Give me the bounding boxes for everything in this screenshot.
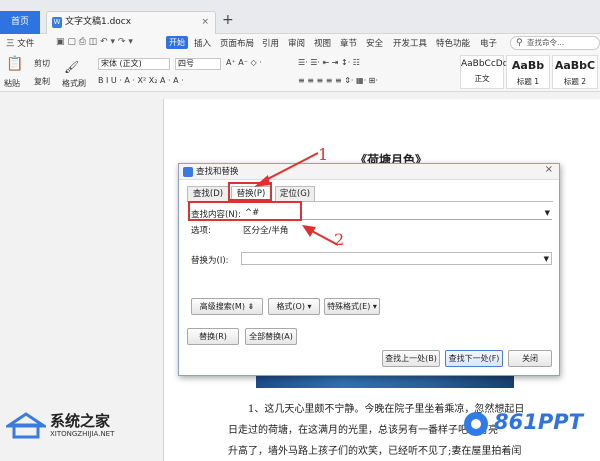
arrow-2-head xyxy=(302,225,316,237)
close-button[interactable]: 关闭 xyxy=(508,350,552,367)
dialog-close-icon[interactable]: × xyxy=(545,164,553,175)
menu-page-layout[interactable]: 页面布局 xyxy=(220,37,254,49)
menu-section[interactable]: 章节 xyxy=(340,37,357,49)
find-next-button[interactable]: 查找下一处(F) xyxy=(445,350,503,367)
replace-all-button[interactable]: 全部替换(A) xyxy=(245,328,297,345)
menu-file[interactable]: 三 文件 xyxy=(6,37,34,49)
style-normal-label: 正文 xyxy=(474,74,490,83)
menu-special-features[interactable]: 特色功能 xyxy=(436,37,470,49)
style-heading-2-label: 标题 2 xyxy=(563,77,587,86)
dialog-title-bar: 查找和替换 xyxy=(179,164,559,180)
align-buttons[interactable]: ≡ ≡ ≡ ≡ ≡ ⇕· ▦· ⊞· xyxy=(298,76,378,85)
copy-button[interactable]: 复制 xyxy=(34,76,50,87)
dialog-title: 查找和替换 xyxy=(196,167,239,177)
tab-bar: 首页 W 文字文稿1.docx × + xyxy=(0,0,600,34)
watermark-right-text: 861PPT xyxy=(494,410,583,434)
tab-home[interactable]: 首页 xyxy=(0,11,40,34)
style-heading-2-sample: AaBbC xyxy=(554,59,596,72)
menu-start[interactable]: 开始 xyxy=(166,36,188,49)
style-heading-1-sample: AaBb xyxy=(511,59,545,72)
replace-button[interactable]: 替换(R) xyxy=(187,328,239,345)
cut-button[interactable]: 剪切 xyxy=(34,58,50,69)
font-size-value: 四号 xyxy=(178,59,194,68)
list-buttons[interactable]: ☰· ☰· ⇤ ⇥ ↕· ☷ xyxy=(298,58,360,67)
advanced-search-button[interactable]: 高级搜索(M) ⇟ xyxy=(191,298,263,315)
quick-access-icons[interactable]: ▣ ▢ ⎙ ◫ ↶ ▾ ↷ ▾ xyxy=(56,37,133,47)
document-line-2: 日走过的荷塘，在这满月的光里，总该另有一番样子吧。月亮 xyxy=(228,425,498,436)
format-painter-icon[interactable]: 🖌 xyxy=(64,60,79,74)
tab-document[interactable]: W 文字文稿1.docx × xyxy=(46,11,216,34)
document-line-3: 升高了，墙外马路上孩子们的欢笑，已经听不见了;妻在屋里拍着闰 xyxy=(228,446,522,457)
options-label: 选项: xyxy=(191,226,211,236)
replace-label: 替换为(I): xyxy=(191,256,229,266)
special-format-button[interactable]: 特殊格式(E) ▾ xyxy=(324,298,380,315)
format-painter-button[interactable]: 格式刷 xyxy=(62,78,86,89)
style-normal[interactable]: AaBbCcDd 正文 xyxy=(460,55,509,89)
ribbon-toolbar: 📋 粘贴 剪切 复制 🖌 格式刷 宋体 (正文) 四号 A⁺ A⁻ ◇ · B … xyxy=(0,52,600,92)
style-heading-1-label: 标题 1 xyxy=(516,77,540,86)
paste-button[interactable]: 粘贴 xyxy=(4,78,20,89)
search-command-input[interactable]: ⚲ 查找命令... xyxy=(510,36,600,50)
font-family-value: 宋体 (正文) xyxy=(101,59,142,68)
app-icon xyxy=(183,167,193,177)
menu-references[interactable]: 引用 xyxy=(262,37,279,49)
eye-logo-icon xyxy=(464,412,488,436)
style-heading-2[interactable]: AaBbC 标题 2 xyxy=(552,55,598,89)
menu-bar: 三 文件 ▣ ▢ ⎙ ◫ ↶ ▾ ↷ ▾ 开始 插入 页面布局 引用 审阅 视图… xyxy=(0,34,600,52)
tab-document-label: 文字文稿1.docx xyxy=(65,17,132,27)
new-tab-button[interactable]: + xyxy=(222,12,234,28)
watermark-left-name: 系统之家 xyxy=(50,412,111,430)
menu-view[interactable]: 视图 xyxy=(314,37,331,49)
menu-electronic[interactable]: 电子 xyxy=(480,37,497,49)
font-family-select[interactable]: 宋体 (正文) xyxy=(98,58,170,70)
document-image xyxy=(256,374,514,388)
arrow-1-line xyxy=(259,152,319,184)
menu-security[interactable]: 安全 xyxy=(366,37,383,49)
search-command-placeholder: 查找命令... xyxy=(527,38,565,47)
chevron-down-icon[interactable]: ▼ xyxy=(545,207,550,219)
font-size-select[interactable]: 四号 xyxy=(175,58,221,70)
writer-doc-icon: W xyxy=(52,17,62,28)
menu-review[interactable]: 审阅 xyxy=(288,37,305,49)
menu-insert[interactable]: 插入 xyxy=(194,37,211,49)
style-heading-1[interactable]: AaBb 标题 1 xyxy=(506,55,550,89)
style-normal-sample: AaBbCcDd xyxy=(461,59,509,69)
find-previous-button[interactable]: 查找上一处(B) xyxy=(382,350,440,367)
font-style-buttons[interactable]: B I U · A · X² X₂ A · A · xyxy=(98,76,184,85)
tab-find[interactable]: 查找(D) xyxy=(187,186,229,202)
search-icon: ⚲ xyxy=(516,38,523,48)
format-button[interactable]: 格式(O) ▾ xyxy=(268,298,320,315)
annotation-number-1: 1 xyxy=(318,145,329,164)
annotation-number-2: 2 xyxy=(334,230,345,249)
close-tab-icon[interactable]: × xyxy=(201,12,209,33)
house-logo-icon xyxy=(6,412,46,439)
paste-icon[interactable]: 📋 xyxy=(6,56,23,72)
menu-developer[interactable]: 开发工具 xyxy=(393,37,427,49)
font-grow-shrink-icons[interactable]: A⁺ A⁻ ◇ · xyxy=(226,58,262,67)
watermark-left-url: XITONGZHIJIA.NET xyxy=(50,430,115,438)
arrow-1-head xyxy=(254,175,270,187)
chevron-down-icon[interactable]: ▼ xyxy=(544,253,549,265)
